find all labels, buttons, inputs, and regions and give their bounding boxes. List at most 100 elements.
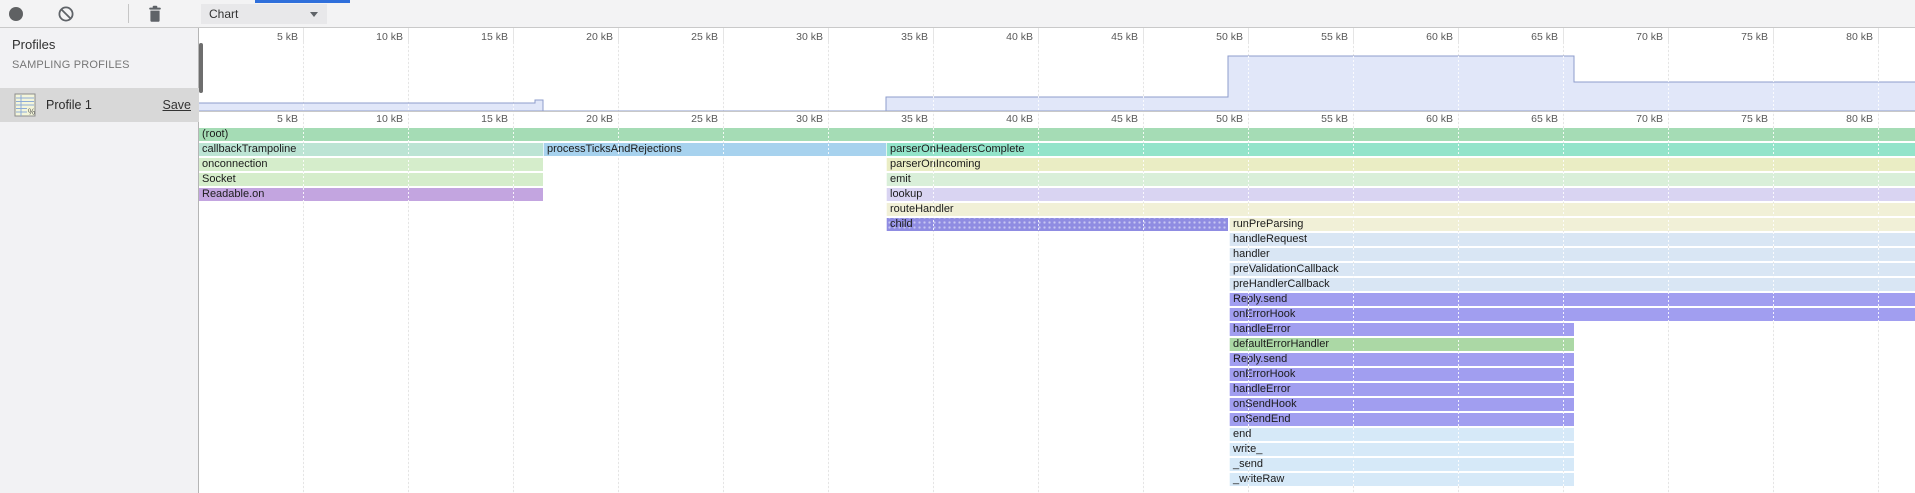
- ruler-tick: 35 kB: [868, 31, 928, 43]
- flame-segment[interactable]: write_: [1229, 443, 1574, 456]
- gridline-dots: [828, 44, 829, 493]
- ruler-tick: 75 kB: [1708, 31, 1768, 43]
- flame-segment[interactable]: onSendEnd: [1229, 413, 1574, 426]
- ruler-tick: 55 kB: [1288, 113, 1348, 125]
- ruler-tick: 60 kB: [1393, 31, 1453, 43]
- ruler-tick: 25 kB: [658, 113, 718, 125]
- gridline-dots: [408, 44, 409, 493]
- flame-segment[interactable]: (root): [199, 128, 1915, 141]
- gridline-dots: [1773, 44, 1774, 493]
- gridline-dots: [723, 44, 724, 493]
- ruler-tick: 20 kB: [553, 113, 613, 125]
- ruler-tick: 25 kB: [658, 31, 718, 43]
- ruler-tick: 80 kB: [1813, 31, 1873, 43]
- ruler-tick: 80 kB: [1813, 113, 1873, 125]
- toolbar-separator: [128, 4, 129, 23]
- flame-segment[interactable]: processTicksAndRejections: [543, 143, 886, 156]
- ruler-tick: 15 kB: [448, 113, 508, 125]
- flame-segment[interactable]: onSendHook: [1229, 398, 1574, 411]
- profile-list-item[interactable]: % Profile 1 Save: [0, 88, 199, 122]
- flame-segment[interactable]: lookup: [886, 188, 1915, 201]
- flame-segment[interactable]: onErrorHook: [1229, 368, 1574, 381]
- overview-bottom-divider: [199, 111, 1915, 112]
- sidebar: Profiles SAMPLING PROFILES % Profile 1 S…: [0, 28, 199, 493]
- flame-segment[interactable]: end: [1229, 428, 1574, 441]
- flame-segment[interactable]: child: [886, 218, 1228, 231]
- gridline-dots: [1563, 44, 1564, 493]
- flame-segment[interactable]: defaultErrorHandler: [1229, 338, 1574, 351]
- flame-segment[interactable]: preHandlerCallback: [1229, 278, 1915, 291]
- flame-pane: 5 kB 5 kB 10 kB 10 kB 15 kB 15 kB 20 kB 20 kB 25…: [199, 28, 1915, 493]
- ruler-tick: 45 kB: [1078, 113, 1138, 125]
- ruler-tick: 5 kB: [238, 31, 298, 43]
- flame-segment[interactable]: emit: [886, 173, 1915, 186]
- gridline-dots: [1143, 44, 1144, 493]
- sidebar-title: Profiles: [12, 37, 55, 52]
- ruler-tick: 20 kB: [553, 31, 613, 43]
- flame-segment[interactable]: callbackTrampoline: [199, 143, 543, 156]
- flame-segment[interactable]: routeHandler: [886, 203, 1915, 216]
- gridline-dots: [1248, 44, 1249, 493]
- gridline-dots: [618, 44, 619, 493]
- overview-handle[interactable]: [199, 43, 203, 93]
- profile-name: Profile 1: [46, 88, 92, 122]
- view-mode-select[interactable]: Chart: [201, 4, 327, 24]
- gridline-dots: [1458, 44, 1459, 493]
- flame-segment[interactable]: Readable.on: [199, 188, 543, 201]
- gridline-dots: [1038, 44, 1039, 493]
- ruler-tick: 10 kB: [343, 113, 403, 125]
- flame-segment[interactable]: handleError: [1229, 323, 1574, 336]
- ruler-tick: 30 kB: [763, 31, 823, 43]
- ruler-tick: 15 kB: [448, 31, 508, 43]
- gridline-dots: [513, 44, 514, 493]
- ruler-tick: 75 kB: [1708, 113, 1768, 125]
- ruler-tick: 40 kB: [973, 113, 1033, 125]
- ruler-tick: 55 kB: [1288, 31, 1348, 43]
- ruler-tick: 70 kB: [1603, 113, 1663, 125]
- ruler-tick: 40 kB: [973, 31, 1033, 43]
- flame-segment[interactable]: onErrorHook: [1229, 308, 1915, 321]
- active-tab-underline: [255, 0, 350, 3]
- ruler-tick: 50 kB: [1183, 113, 1243, 125]
- flame-segment[interactable]: parserOnIncoming: [886, 158, 1915, 171]
- flame-segment[interactable]: handleRequest: [1229, 233, 1915, 246]
- gridline-dots: [933, 44, 934, 493]
- overview-area[interactable]: [199, 44, 1915, 111]
- ruler-tick: 45 kB: [1078, 31, 1138, 43]
- flame-segment[interactable]: onconnection: [199, 158, 543, 171]
- gridline-dots: [1668, 44, 1669, 493]
- devtools-profiler: Chart Profiles SAMPLING PROFILES % Pro: [0, 0, 1915, 493]
- flame-segment[interactable]: Reply.send: [1229, 353, 1574, 366]
- ruler-tick: 50 kB: [1183, 31, 1243, 43]
- profile-document-icon: %: [14, 93, 36, 117]
- flame-segment[interactable]: preValidationCallback: [1229, 263, 1915, 276]
- save-profile-link[interactable]: Save: [163, 88, 192, 122]
- clear-all-icon[interactable]: [57, 5, 75, 23]
- toolbar: Chart: [0, 0, 1915, 28]
- ruler-tick: 60 kB: [1393, 113, 1453, 125]
- overview-area-path: [199, 56, 1915, 111]
- svg-text:%: %: [28, 108, 35, 117]
- flame-segment[interactable]: Reply.send: [1229, 293, 1915, 306]
- gridline-dots: [1878, 44, 1879, 493]
- flame-segment[interactable]: runPreParsing: [1229, 218, 1915, 231]
- ruler-tick: 65 kB: [1498, 113, 1558, 125]
- view-mode-label: Chart: [209, 7, 238, 21]
- chevron-down-icon: [310, 12, 318, 17]
- ruler-tick: 30 kB: [763, 113, 823, 125]
- ruler-tick: 35 kB: [868, 113, 928, 125]
- ruler-tick: 70 kB: [1603, 31, 1663, 43]
- flame-segment[interactable]: _send: [1229, 458, 1574, 471]
- flame-segment[interactable]: _writeRaw: [1229, 473, 1574, 486]
- ruler-tick: 10 kB: [343, 31, 403, 43]
- gridline-dots: [303, 44, 304, 493]
- flame-segment[interactable]: Socket: [199, 173, 543, 186]
- record-icon[interactable]: [9, 7, 23, 21]
- flame-segment[interactable]: parserOnHeadersComplete: [886, 143, 1915, 156]
- sampling-profiles-section-label: SAMPLING PROFILES: [12, 59, 130, 71]
- flame-segment[interactable]: handleError: [1229, 383, 1574, 396]
- flame-segment[interactable]: handler: [1229, 248, 1915, 261]
- ruler-tick: 5 kB: [238, 113, 298, 125]
- delete-profile-icon[interactable]: [147, 5, 163, 23]
- gridline-dots: [1353, 44, 1354, 493]
